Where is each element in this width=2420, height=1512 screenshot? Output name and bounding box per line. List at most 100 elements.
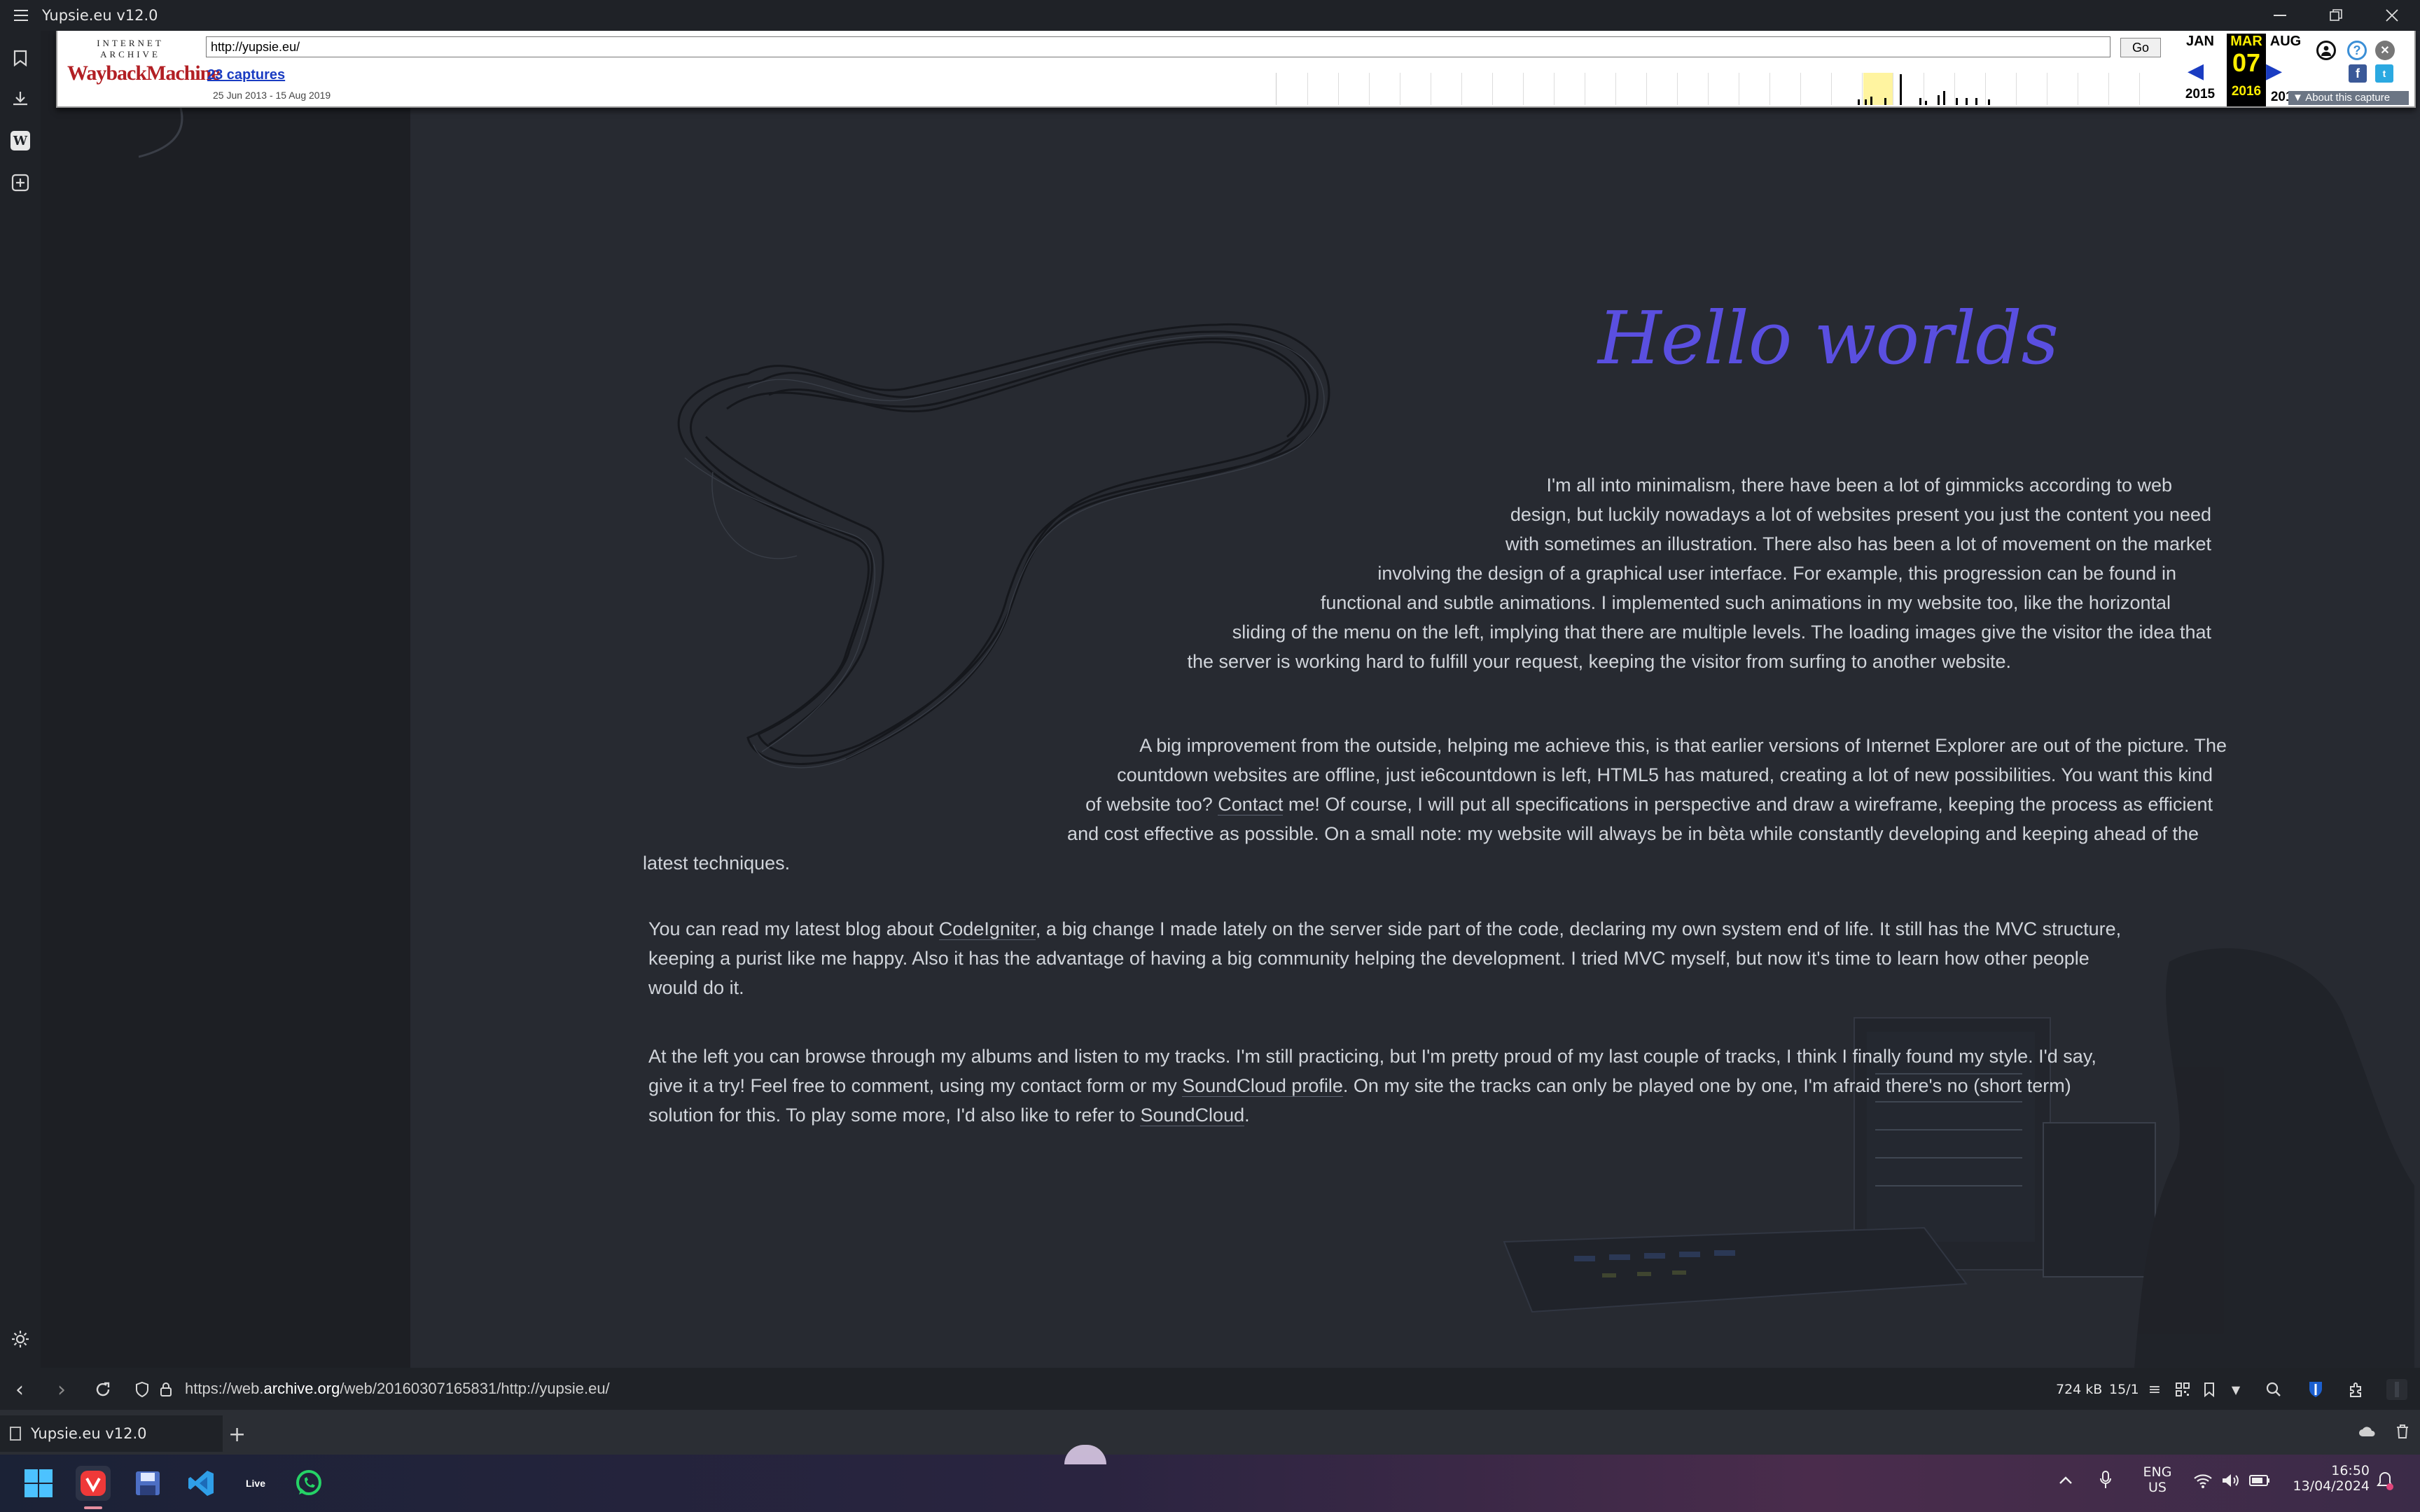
improvement-paragraph: A big improvement from the outside, help… — [643, 731, 2227, 878]
prev-capture-month[interactable]: JAN 2015 — [2178, 34, 2223, 102]
text-line: design, but luckily nowadays a lot of we… — [1510, 504, 2211, 525]
text-fragment: me! Of course, I will put all specificat… — [1283, 794, 2213, 815]
url-domain: archive.org — [263, 1380, 340, 1397]
next-capture-month[interactable]: AUG 2017 — [2263, 34, 2308, 104]
clock[interactable]: 16:50 13/04/2024 — [2290, 1463, 2370, 1494]
window-title: Yupsie.eu v12.0 — [42, 7, 158, 24]
clock-time: 16:50 — [2331, 1463, 2370, 1478]
lock-icon[interactable] — [155, 1379, 176, 1400]
text-line: and cost effective as possible. On a sma… — [1067, 823, 2199, 844]
wayback-logo-top: INTERNET ARCHIVE — [97, 38, 164, 59]
text-line: the server is working hard to fulfill yo… — [1187, 651, 2011, 672]
next-capture-arrow-icon[interactable]: ▶ — [2266, 59, 2282, 83]
wayback-logo-main: WaybackMachine — [67, 62, 221, 85]
panel-toggle-icon[interactable] — [2386, 1379, 2407, 1400]
lang-region: US — [2148, 1480, 2167, 1495]
notifications-icon[interactable] — [2377, 1471, 2393, 1494]
cur-month-label: MAR — [2230, 34, 2262, 49]
soundcloud-profile-link[interactable]: SoundCloud profile — [1182, 1075, 1343, 1097]
web-page: INTERNET ARCHIVE WaybackMachine Go 23 ca… — [41, 31, 2420, 1368]
dropdown-icon[interactable]: ▼ — [2225, 1379, 2246, 1400]
page-size: 724 kB — [2056, 1382, 2103, 1397]
close-window-icon[interactable] — [2364, 0, 2420, 31]
tab-title: Yupsie.eu v12.0 — [31, 1425, 147, 1442]
soundcloud-link[interactable]: SoundCloud — [1140, 1105, 1245, 1126]
bitwarden-icon[interactable] — [2305, 1379, 2326, 1400]
captures-link[interactable]: 23 captures — [207, 67, 285, 83]
windows-start-icon[interactable] — [21, 1466, 56, 1501]
tab-bar: Yupsie.eu v12.0 + — [0, 1410, 2420, 1455]
wayback-go-button[interactable]: Go — [2120, 38, 2161, 57]
wayback-logo[interactable]: INTERNET ARCHIVE WaybackMachine — [67, 38, 221, 95]
text-fragment: , a big change I made lately on the serv… — [1035, 918, 2122, 939]
text-line: involving the design of a graphical user… — [1377, 563, 2176, 584]
text-line: with sometimes an illustration. There al… — [1505, 533, 2211, 554]
tracker-shield-icon[interactable] — [132, 1379, 153, 1400]
url-display[interactable]: https://web.archive.org/web/201603071658… — [185, 1380, 610, 1398]
capture-sparkline[interactable] — [1276, 73, 2172, 105]
text-line: You can read my latest blog about CodeIg… — [648, 914, 2231, 944]
battery-icon[interactable] — [2249, 1474, 2270, 1490]
cur-day-label: 07 — [2232, 48, 2261, 77]
os-taskbar: Live ENG US 16:50 13/04/2024 — [0, 1445, 2420, 1512]
text-fragment: You can read my latest blog about — [648, 918, 939, 939]
close-toolbar-icon[interactable]: ✕ — [2375, 41, 2395, 60]
back-icon[interactable]: ‹ — [6, 1378, 34, 1402]
bookmarks-icon[interactable] — [8, 46, 32, 70]
minimize-icon[interactable] — [2252, 0, 2308, 31]
bookmark-page-icon[interactable] — [2199, 1379, 2220, 1400]
page-heading: Hello worlds — [1598, 295, 2059, 381]
text-fragment: . — [1244, 1105, 1250, 1126]
contact-link[interactable]: Contact — [1218, 794, 1284, 816]
save-icon[interactable] — [130, 1466, 165, 1501]
facebook-icon[interactable]: f — [2349, 64, 2367, 83]
menu-decoration — [139, 108, 183, 158]
volume-icon[interactable] — [2221, 1473, 2241, 1492]
help-icon[interactable]: ? — [2347, 41, 2367, 60]
text-line: of website too? Contact me! Of course, I… — [643, 790, 2227, 819]
reader-view-icon[interactable]: ≡ — [2144, 1379, 2165, 1400]
extensions-icon[interactable] — [2346, 1379, 2367, 1400]
twitter-icon[interactable]: t — [2375, 64, 2393, 83]
vivaldi-icon[interactable] — [76, 1466, 111, 1501]
microphone-icon[interactable] — [2099, 1470, 2112, 1493]
tray-expand-icon[interactable] — [2059, 1473, 2073, 1488]
whatsapp-icon[interactable] — [291, 1466, 326, 1501]
text-line: latest techniques. — [643, 853, 791, 874]
wayback-url-input[interactable] — [206, 36, 2110, 57]
trash-icon[interactable] — [2392, 1421, 2413, 1442]
reload-icon[interactable] — [92, 1379, 113, 1400]
tab-active[interactable]: Yupsie.eu v12.0 — [0, 1415, 223, 1452]
codeigniter-link[interactable]: CodeIgniter — [938, 918, 1036, 940]
new-tab-icon[interactable]: + — [228, 1422, 246, 1447]
about-capture-button[interactable]: ▼ About this capture — [2288, 91, 2409, 105]
url-suffix: /web/20160307165831/http://yupsie.eu/ — [340, 1380, 610, 1397]
intro-paragraph: I'm all into minimalism, there have been… — [1105, 470, 2211, 676]
vscode-icon[interactable] — [183, 1466, 218, 1501]
cur-year-label: 2016 — [2231, 84, 2262, 99]
restore-icon[interactable] — [2308, 0, 2364, 31]
wikipedia-icon[interactable]: W — [8, 129, 32, 153]
prev-capture-arrow-icon[interactable]: ◀ — [2188, 59, 2204, 83]
music-paragraph: At the left you can browse through my al… — [648, 1042, 2231, 1130]
app-menu-icon[interactable] — [0, 0, 42, 31]
clock-date: 13/04/2024 — [2293, 1478, 2370, 1494]
downloads-icon[interactable] — [8, 87, 32, 111]
account-icon[interactable] — [2316, 41, 2336, 60]
add-panel-icon[interactable] — [8, 171, 32, 195]
forward-icon[interactable]: › — [48, 1378, 76, 1402]
text-line: At the left you can browse through my al… — [648, 1046, 2096, 1067]
current-year-highlight — [1863, 73, 1893, 105]
blog-paragraph: You can read my latest blog about CodeIg… — [648, 914, 2231, 1002]
current-capture: MAR 07 2016 — [2227, 34, 2266, 106]
qr-code-icon[interactable] — [2172, 1379, 2193, 1400]
text-fragment: of website too? — [1085, 794, 1218, 815]
text-fragment: solution for this. To play some more, I'… — [648, 1105, 1141, 1126]
language-indicator[interactable]: ENG US — [2139, 1464, 2176, 1495]
sync-cloud-icon[interactable] — [2357, 1421, 2378, 1442]
wifi-icon[interactable] — [2193, 1473, 2213, 1492]
live-icon[interactable]: Live — [238, 1466, 273, 1501]
search-icon[interactable] — [2263, 1379, 2284, 1400]
settings-icon[interactable] — [8, 1327, 32, 1351]
next-month-label: AUG — [2269, 34, 2302, 49]
